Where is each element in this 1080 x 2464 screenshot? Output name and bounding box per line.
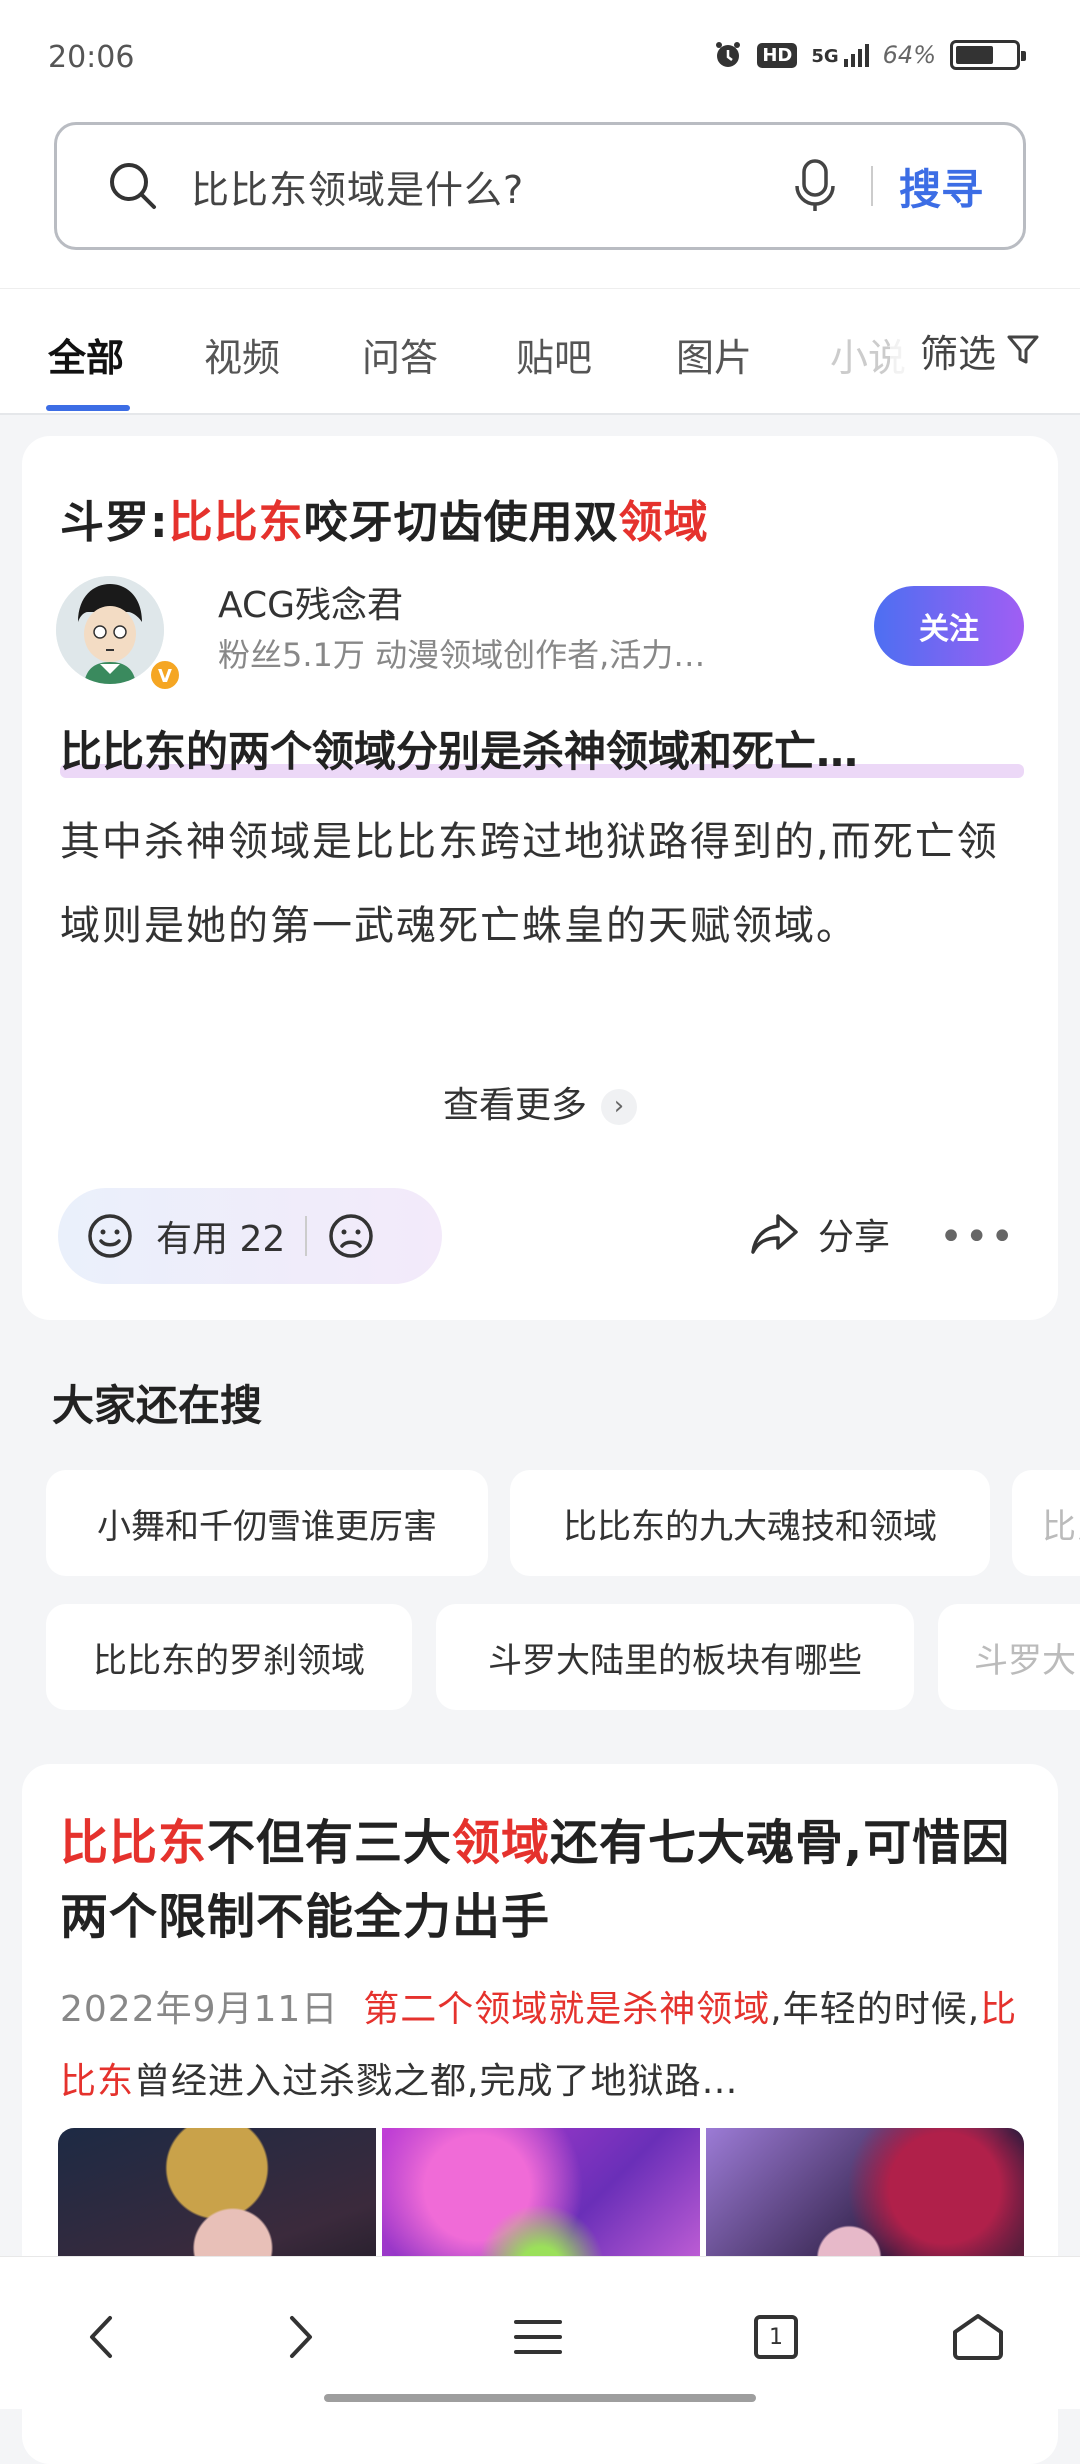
- author-name[interactable]: ACG残念君: [218, 576, 403, 628]
- bottom-navigation: 1: [0, 2256, 1080, 2409]
- verified-badge: V: [148, 658, 182, 692]
- home-icon: [953, 2314, 1003, 2360]
- result-date: 2022年9月11日: [60, 1989, 339, 2030]
- menu-icon: [514, 2320, 562, 2354]
- search-divider: [870, 166, 873, 206]
- alarm-icon: [716, 42, 741, 67]
- search-header: 比比东领域是什么? 搜寻: [0, 110, 1080, 288]
- chevron-right-icon: ›: [601, 1089, 637, 1125]
- more-options-icon[interactable]: •••: [939, 1214, 1016, 1260]
- related-search-chip[interactable]: 比比: [1012, 1470, 1080, 1576]
- useful-count[interactable]: 有用 22: [156, 1210, 285, 1262]
- answer-headline: 比比东的两个领域分别是杀神领域和死亡…: [60, 727, 859, 776]
- menu-button[interactable]: [508, 2307, 568, 2367]
- hd-badge: HD: [757, 42, 798, 68]
- smile-icon[interactable]: [86, 1212, 134, 1260]
- tab-video[interactable]: 视频: [204, 327, 280, 382]
- related-search-chip[interactable]: 斗罗大: [938, 1604, 1080, 1710]
- share-button[interactable]: 分享: [750, 1208, 890, 1260]
- search-box[interactable]: 比比东领域是什么? 搜寻: [54, 122, 1026, 250]
- home-indicator[interactable]: [324, 2394, 756, 2402]
- tabs-icon: 1: [754, 2315, 798, 2359]
- tab-qa[interactable]: 问答: [362, 327, 438, 382]
- filter-button[interactable]: 筛选: [890, 289, 1080, 411]
- active-tab-indicator: [46, 405, 130, 411]
- status-time: 20:06: [48, 40, 135, 75]
- tab-all[interactable]: 全部: [48, 327, 124, 382]
- frown-icon[interactable]: [327, 1212, 375, 1260]
- battery-icon: [950, 40, 1026, 70]
- related-search-chip[interactable]: 比比东的罗刹领域: [46, 1604, 412, 1710]
- useful-feedback: 有用 22: [58, 1188, 442, 1284]
- follow-button[interactable]: 关注: [874, 586, 1024, 666]
- result-title[interactable]: 斗罗:比比东咬牙切齿使用双领域: [60, 486, 709, 550]
- result-tabs: 全部 视频 问答 贴吧 图片 小说 筛选: [0, 288, 1080, 415]
- signal-icon: 5G: [811, 43, 869, 67]
- back-button[interactable]: [72, 2307, 132, 2367]
- battery-percent: 64%: [882, 41, 936, 69]
- related-search-chip[interactable]: 斗罗大陆里的板块有哪些: [436, 1604, 914, 1710]
- answer-body: 其中杀神领域是比比东跨过地狱路得到的,而死亡领域则是她的第一武魂死亡蛛皇的天赋领…: [60, 819, 999, 949]
- search-input[interactable]: 比比东领域是什么?: [191, 159, 785, 214]
- forward-icon: [290, 2316, 312, 2358]
- result-card-answer[interactable]: 斗罗:比比东咬牙切齿使用双领域 V ACG残念君 粉丝5.1万 动漫领域创作者,…: [22, 436, 1058, 1320]
- home-button[interactable]: [948, 2307, 1008, 2367]
- result-snippet: 2022年9月11日 第二个领域就是杀神领域,年轻的时候,比比东曾经进入过杀戮之…: [60, 1989, 1018, 2102]
- share-label: 分享: [818, 1217, 891, 1258]
- tabs-button[interactable]: 1: [746, 2307, 806, 2367]
- tab-images[interactable]: 图片: [676, 327, 752, 382]
- share-icon: [751, 1214, 798, 1254]
- filter-icon: [1007, 335, 1039, 364]
- see-more-button[interactable]: 查看更多 ›: [22, 1076, 1058, 1128]
- tab-tieba[interactable]: 贴吧: [516, 327, 592, 382]
- filter-label: 筛选: [920, 331, 997, 376]
- author-description: 粉丝5.1万 动漫领域创作者,活力…: [218, 636, 706, 674]
- back-icon: [90, 2316, 112, 2358]
- related-searches-title: 大家还在搜: [52, 1381, 263, 1430]
- result-title[interactable]: 比比东不但有三大领域还有七大魂骨,可惜因两个限制不能全力出手: [60, 1806, 1020, 1954]
- avatar[interactable]: [56, 576, 164, 684]
- status-bar: 20:06 HD 5G 64%: [0, 0, 1080, 110]
- battery-fill: [956, 46, 993, 64]
- status-icons: HD 5G 64%: [713, 40, 1026, 70]
- search-button[interactable]: 搜寻: [899, 156, 983, 217]
- forward-button[interactable]: [270, 2307, 330, 2367]
- microphone-icon: [795, 159, 835, 211]
- voice-search-button[interactable]: [785, 158, 845, 214]
- related-search-chip[interactable]: 比比东的九大魂技和领域: [510, 1470, 990, 1576]
- related-search-chip[interactable]: 小舞和千仞雪谁更厉害: [46, 1470, 488, 1576]
- search-icon: [110, 163, 156, 209]
- see-more-label: 查看更多: [442, 1085, 587, 1126]
- avatar-image: [56, 576, 164, 684]
- author-row: V ACG残念君 粉丝5.1万 动漫领域创作者,活力… 关注: [56, 576, 1024, 692]
